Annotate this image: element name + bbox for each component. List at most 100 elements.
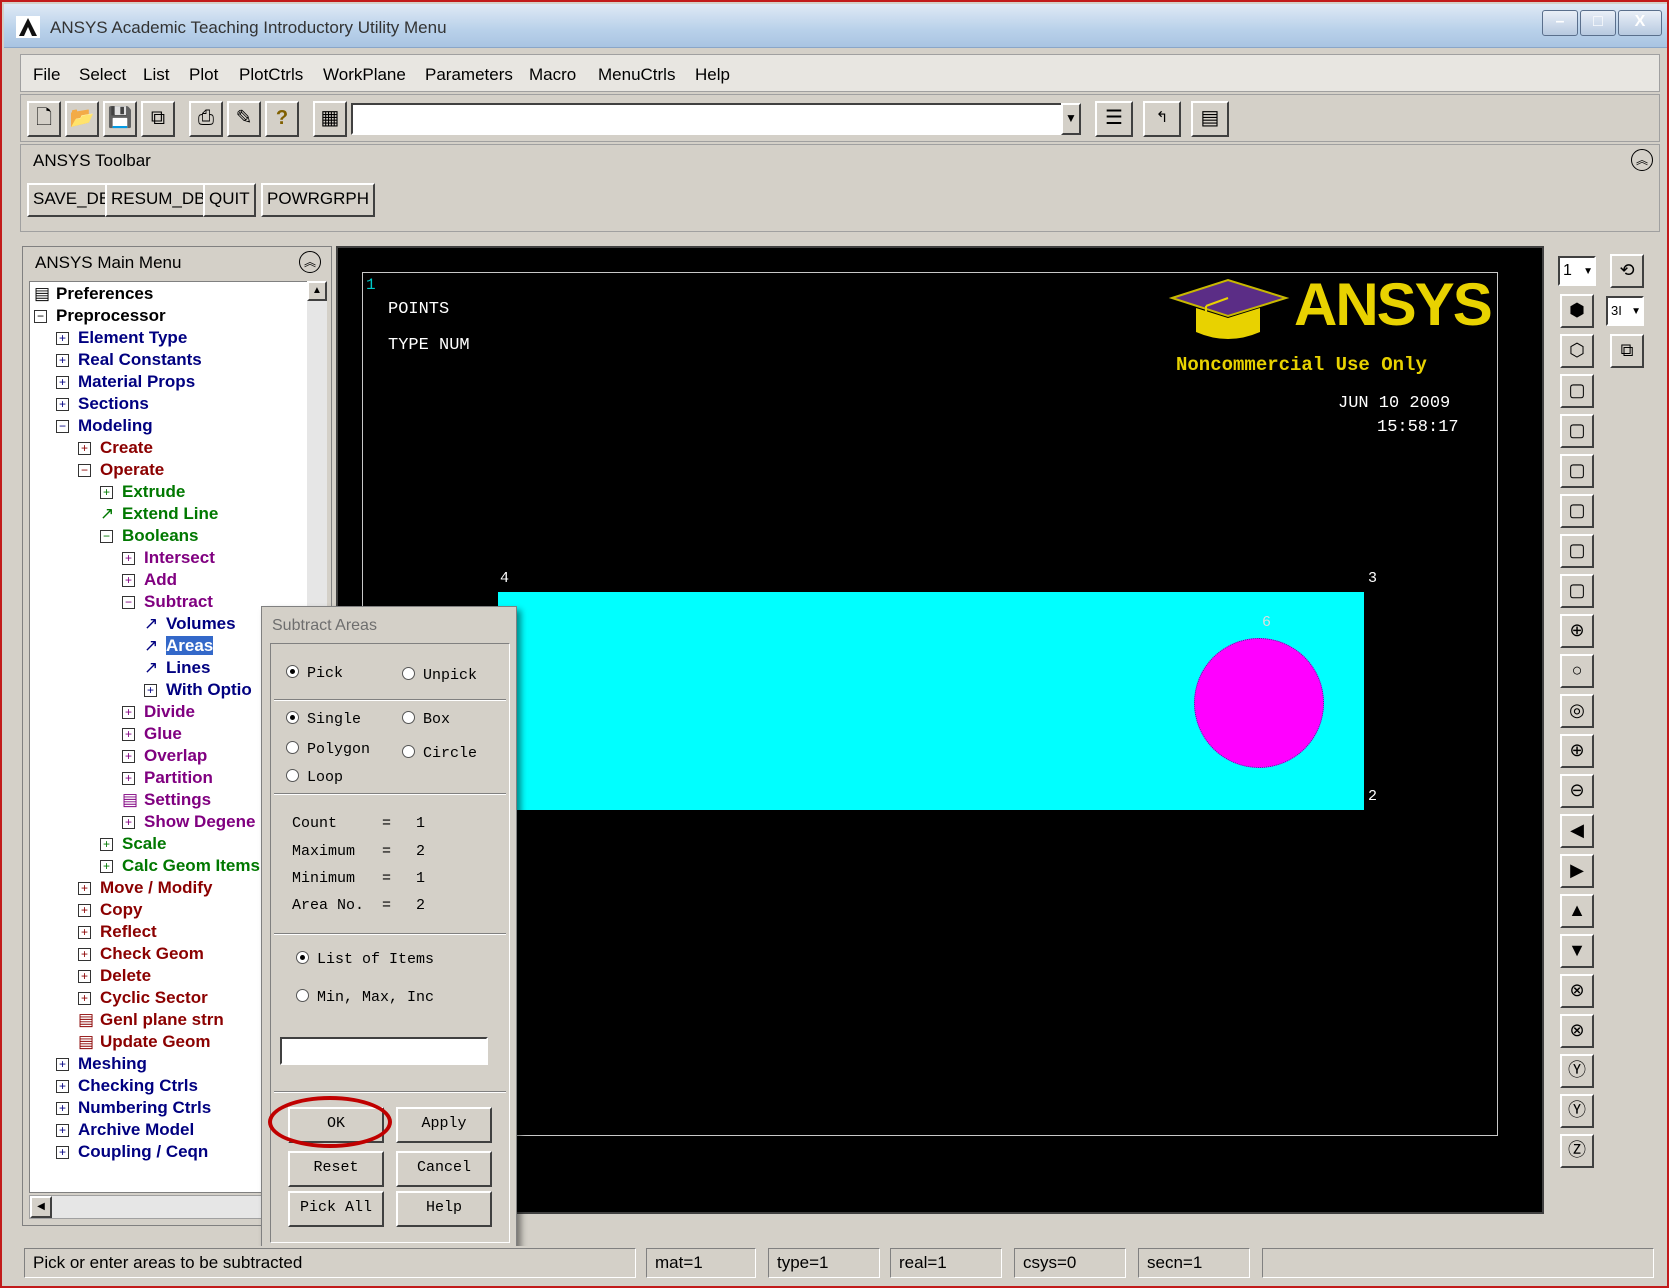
tree-item-meshing[interactable]: + Meshing (56, 1054, 147, 1074)
tree-item-sections[interactable]: + Sections (56, 394, 149, 414)
box-zoom-icon[interactable]: ○ (1560, 654, 1594, 688)
tree-item-partition[interactable]: + Partition (122, 768, 213, 788)
hidden-line-icon[interactable]: ⧉ (1610, 334, 1644, 368)
menu-list[interactable]: List (143, 65, 169, 85)
menu-menuctrls[interactable]: MenuCtrls (598, 65, 675, 85)
close-button[interactable]: X (1618, 10, 1662, 36)
tree-item-calc-geom-items[interactable]: + Calc Geom Items (100, 856, 260, 876)
iso-view-icon[interactable]: ⬢ (1560, 294, 1594, 328)
pan-left-icon[interactable]: ◀ (1560, 814, 1594, 848)
tree-item-add[interactable]: + Add (122, 570, 177, 590)
zoom-icon[interactable]: ⊕ (1560, 614, 1594, 648)
tree-item-operate[interactable]: − Operate (78, 460, 164, 480)
unpick-radio[interactable]: Unpick (402, 667, 477, 684)
report-icon[interactable]: ✎ (227, 101, 261, 137)
tree-item-checking-ctrls[interactable]: + Checking Ctrls (56, 1076, 198, 1096)
export-icon[interactable]: ⧉ (141, 101, 175, 137)
cancel-button[interactable]: Cancel (396, 1151, 492, 1187)
tree-item-reflect[interactable]: + Reflect (78, 922, 157, 942)
apply-button[interactable]: Apply (396, 1107, 492, 1143)
tree-item-show-degeneracy[interactable]: + Show Degene (122, 812, 255, 832)
window-select-dropdown[interactable]: 1 ▼ (1558, 256, 1596, 286)
tree-item-update-geom[interactable]: ▤ Update Geom (78, 1032, 211, 1052)
print-icon[interactable]: ⎙ (189, 101, 223, 137)
pick-entry-input[interactable] (280, 1037, 488, 1065)
tree-item-divide[interactable]: + Divide (122, 702, 195, 722)
new-file-icon[interactable]: 🗋 (27, 101, 61, 137)
back-view-icon[interactable]: ▢ (1560, 494, 1594, 528)
minimize-button[interactable]: – (1542, 10, 1578, 36)
tree-item-cyclic-sector[interactable]: + Cyclic Sector (78, 988, 208, 1008)
front-view-icon[interactable]: ▢ (1560, 374, 1594, 408)
area-circle[interactable] (1194, 638, 1324, 768)
pan-down-icon[interactable]: ▼ (1560, 934, 1594, 968)
rotate-y-neg-icon[interactable]: Ⓨ (1560, 1094, 1594, 1128)
min-max-inc-radio[interactable]: Min, Max, Inc (296, 989, 434, 1006)
tree-item-archive-model[interactable]: + Archive Model (56, 1120, 194, 1140)
tree-item-with-options[interactable]: + With Optio (144, 680, 252, 700)
collapse-toolbar-button[interactable]: ︽ (1631, 149, 1653, 171)
raise-hidden-icon[interactable]: ☰ (1095, 101, 1133, 137)
resum-db-button[interactable]: RESUM_DB (105, 183, 212, 217)
tree-item-copy[interactable]: + Copy (78, 900, 143, 920)
dynamic-mode-icon[interactable]: ⟲ (1610, 254, 1644, 288)
scroll-up-icon[interactable]: ▲ (307, 281, 327, 301)
pan-up-icon[interactable]: ▲ (1560, 894, 1594, 928)
right-view-icon[interactable]: ▢ (1560, 414, 1594, 448)
pick-radio[interactable]: Pick (286, 665, 343, 682)
tree-item-extend-line[interactable]: ↗ Extend Line (100, 504, 218, 524)
tree-item-extrude[interactable]: + Extrude (100, 482, 185, 502)
top-view-icon[interactable]: ▢ (1560, 454, 1594, 488)
menu-help[interactable]: Help (695, 65, 730, 85)
list-of-items-radio[interactable]: List of Items (296, 951, 434, 968)
box-radio[interactable]: Box (402, 711, 450, 728)
menu-select[interactable]: Select (79, 65, 126, 85)
tree-item-preferences[interactable]: ▤ Preferences (34, 284, 153, 304)
save-db-button[interactable]: SAVE_DB (27, 183, 117, 217)
tree-item-preprocessor[interactable]: − Preprocessor (34, 306, 166, 326)
menu-parameters[interactable]: Parameters (425, 65, 513, 85)
oblique-view-icon[interactable]: ⬡ (1560, 334, 1594, 368)
tree-item-scale[interactable]: + Scale (100, 834, 166, 854)
rotate-z-icon[interactable]: Ⓩ (1560, 1134, 1594, 1168)
maximize-button[interactable]: □ (1580, 10, 1616, 36)
reset-button[interactable]: Reset (288, 1151, 384, 1187)
command-input[interactable] (351, 103, 1063, 135)
menu-plot[interactable]: Plot (189, 65, 218, 85)
rotate-y-icon[interactable]: Ⓨ (1560, 1054, 1594, 1088)
tree-item-material-props[interactable]: + Material Props (56, 372, 195, 392)
rotate-x-icon[interactable]: ⊗ (1560, 974, 1594, 1008)
powrgrph-button[interactable]: POWRGRPH (261, 183, 375, 217)
zoom-in-icon[interactable]: ⊕ (1560, 734, 1594, 768)
left-view-icon[interactable]: ▢ (1560, 534, 1594, 568)
tree-item-volumes[interactable]: ↗ Volumes (144, 614, 236, 634)
tree-item-settings[interactable]: ▤ Settings (122, 790, 211, 810)
tree-item-create[interactable]: + Create (78, 438, 153, 458)
tree-item-coupling-ceqn[interactable]: + Coupling / Ceqn (56, 1142, 208, 1162)
view-select-dropdown[interactable]: 3I ▼ (1606, 296, 1644, 326)
tree-item-intersect[interactable]: + Intersect (122, 548, 215, 568)
tree-item-lines[interactable]: ↗ Lines (144, 658, 210, 678)
open-icon[interactable]: 📂 (65, 101, 99, 137)
rotate-x-neg-icon[interactable]: ⊗ (1560, 1014, 1594, 1048)
menu-workplane[interactable]: WorkPlane (323, 65, 406, 85)
tree-item-glue[interactable]: + Glue (122, 724, 182, 744)
menu-file[interactable]: File (33, 65, 60, 85)
tree-item-areas[interactable]: ↗ Areas (144, 636, 214, 656)
tree-item-element-type[interactable]: + Element Type (56, 328, 187, 348)
help-icon[interactable]: ? (265, 101, 299, 137)
scroll-left-icon[interactable]: ◀ (30, 1196, 52, 1218)
tree-item-delete[interactable]: + Delete (78, 966, 151, 986)
graphics-window[interactable]: 1 POINTS TYPE NUM ANSYS Noncommercial Us… (336, 246, 1544, 1214)
polygon-radio[interactable]: Polygon (286, 741, 370, 758)
collapse-main-menu-button[interactable]: ︽ (299, 251, 321, 273)
bottom-view-icon[interactable]: ▢ (1560, 574, 1594, 608)
quit-button[interactable]: QUIT (203, 183, 256, 217)
tree-item-booleans[interactable]: − Booleans (100, 526, 199, 546)
reset-picking-icon[interactable]: ↰ (1143, 101, 1181, 137)
single-radio[interactable]: Single (286, 711, 361, 728)
contact-manager-icon[interactable]: ▤ (1191, 101, 1229, 137)
circle-radio[interactable]: Circle (402, 745, 477, 762)
tree-item-modeling[interactable]: − Modeling (56, 416, 153, 436)
pan-right-icon[interactable]: ▶ (1560, 854, 1594, 888)
